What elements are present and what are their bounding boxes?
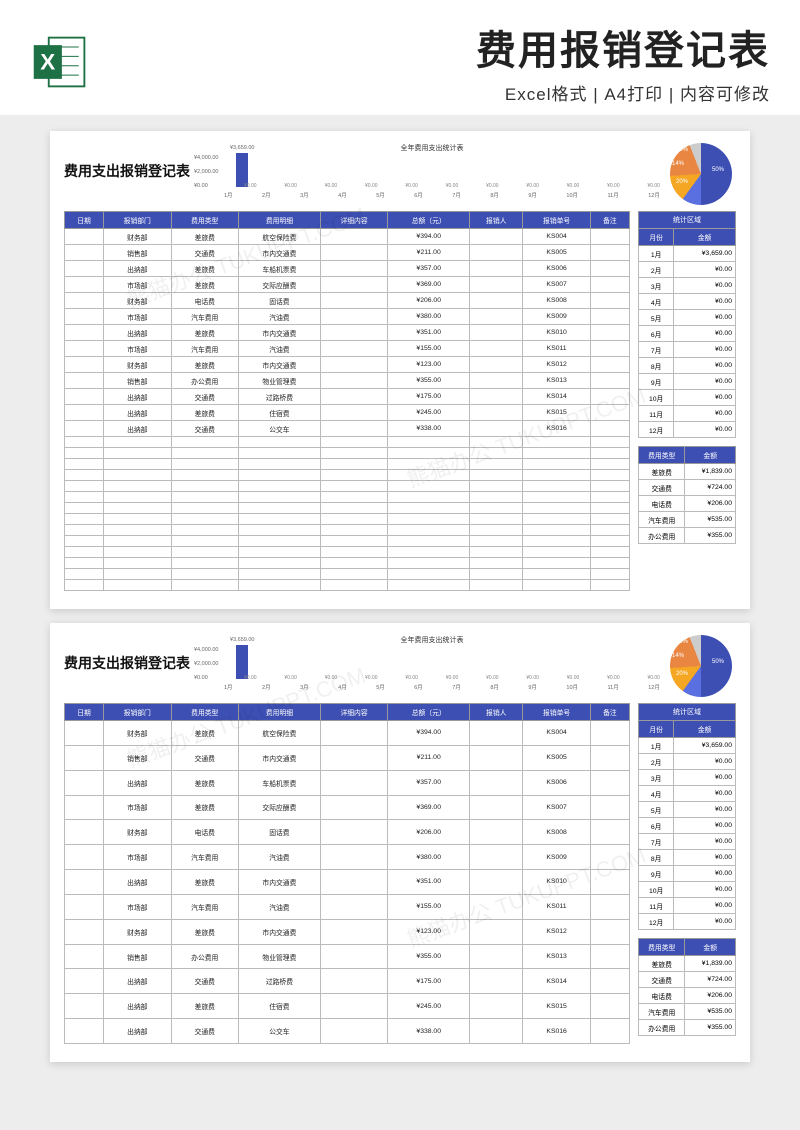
stats-type-table: 费用类型金额差旅费¥1,839.00交通费¥724.00电话费¥206.00汽车… xyxy=(638,938,736,1036)
table-row: 出纳部差旅费市内交通费¥351.00KS010 xyxy=(65,325,630,341)
svg-text:X: X xyxy=(40,49,55,74)
table-row xyxy=(65,470,630,481)
table-row: 财务部差旅费航空保险费¥394.00KS004 xyxy=(65,229,630,245)
excel-icon: X xyxy=(30,32,90,92)
table-row: 市场部差旅费交际应酬费¥369.00KS007 xyxy=(65,795,630,820)
table-row xyxy=(65,580,630,591)
table-row: 销售部交通费市内交通费¥211.00KS005 xyxy=(65,245,630,261)
table-row: 市场部差旅费交际应酬费¥369.00KS007 xyxy=(65,277,630,293)
table-header: 备注 xyxy=(590,704,629,721)
table-row: 市场部汽车费用汽油费¥155.00KS011 xyxy=(65,341,630,357)
table-row: 财务部电话费固话费¥206.00KS008 xyxy=(65,293,630,309)
table-row xyxy=(65,481,630,492)
table-header: 费用明细 xyxy=(239,704,321,721)
table-header: 报销人 xyxy=(470,212,523,229)
sheet-title: 费用支出报销登记表 xyxy=(64,143,194,181)
table-header: 费用类型 xyxy=(171,212,239,229)
table-row xyxy=(65,514,630,525)
stats-month-table: 统计区域月份金额1月¥3,659.002月¥0.003月¥0.004月¥0.00… xyxy=(638,703,736,930)
table-header: 备注 xyxy=(590,212,629,229)
table-header: 报销部门 xyxy=(104,704,172,721)
table-row: 出纳部差旅费市内交通费¥351.00KS010 xyxy=(65,870,630,895)
table-row xyxy=(65,569,630,580)
stats-month-table: 统计区域月份金额1月¥3,659.002月¥0.003月¥0.004月¥0.00… xyxy=(638,211,736,438)
stats-type-table: 费用类型金额差旅费¥1,839.00交通费¥724.00电话费¥206.00汽车… xyxy=(638,446,736,544)
table-row xyxy=(65,558,630,569)
table-row: 市场部汽车费用汽油费¥155.00KS011 xyxy=(65,894,630,919)
table-header: 报销人 xyxy=(470,704,523,721)
table-header: 总额（元） xyxy=(388,704,470,721)
bar-chart: 全年费用支出统计表¥4,000.00¥2,000.00¥0.00¥3,659.0… xyxy=(194,143,670,201)
main-table: 日期报销部门费用类型费用明细详细内容总额（元）报销人报销单号备注财务部差旅费航空… xyxy=(64,211,630,591)
table-row xyxy=(65,503,630,514)
table-header: 总额（元） xyxy=(388,212,470,229)
table-header: 报销单号 xyxy=(523,704,591,721)
table-row: 出纳部差旅费车船机票费¥357.00KS006 xyxy=(65,261,630,277)
table-row: 财务部差旅费市内交通费¥123.00KS012 xyxy=(65,919,630,944)
table-header: 详细内容 xyxy=(320,212,388,229)
table-row: 销售部办公费用物业管理费¥355.00KS013 xyxy=(65,373,630,389)
page-header: X 费用报销登记表 Excel格式 | A4打印 | 内容可修改 xyxy=(0,0,800,115)
table-row: 出纳部差旅费车船机票费¥357.00KS006 xyxy=(65,770,630,795)
page-title: 费用报销登记表 xyxy=(90,18,770,76)
table-header: 日期 xyxy=(65,212,104,229)
table-header: 费用类型 xyxy=(171,704,239,721)
pie-chart: 10%14%20%50% xyxy=(670,143,732,205)
table-header: 详细内容 xyxy=(320,704,388,721)
table-row xyxy=(65,536,630,547)
table-row: 销售部办公费用物业管理费¥355.00KS013 xyxy=(65,944,630,969)
table-header: 费用明细 xyxy=(239,212,321,229)
table-row: 出纳部交通费公交车¥338.00KS016 xyxy=(65,1019,630,1044)
table-row xyxy=(65,492,630,503)
table-row: 市场部汽车费用汽油费¥380.00KS009 xyxy=(65,309,630,325)
table-row: 出纳部交通费过路桥费¥175.00KS014 xyxy=(65,389,630,405)
table-header: 日期 xyxy=(65,704,104,721)
table-row xyxy=(65,547,630,558)
table-row: 财务部电话费固话费¥206.00KS008 xyxy=(65,820,630,845)
sheet-preview-2: 费用支出报销登记表全年费用支出统计表¥4,000.00¥2,000.00¥0.0… xyxy=(50,623,750,1062)
page-subtitle: Excel格式 | A4打印 | 内容可修改 xyxy=(90,80,770,105)
sheet-title: 费用支出报销登记表 xyxy=(64,635,194,673)
table-header: 报销单号 xyxy=(523,212,591,229)
table-row: 财务部差旅费航空保险费¥394.00KS004 xyxy=(65,721,630,746)
table-row: 销售部交通费市内交通费¥211.00KS005 xyxy=(65,745,630,770)
table-row: 出纳部交通费过路桥费¥175.00KS014 xyxy=(65,969,630,994)
table-row: 出纳部差旅费住宿费¥245.00KS015 xyxy=(65,994,630,1019)
table-row xyxy=(65,448,630,459)
table-header: 报销部门 xyxy=(104,212,172,229)
table-row: 市场部汽车费用汽油费¥380.00KS009 xyxy=(65,845,630,870)
table-row xyxy=(65,525,630,536)
table-row: 出纳部交通费公交车¥338.00KS016 xyxy=(65,421,630,437)
table-row: 财务部差旅费市内交通费¥123.00KS012 xyxy=(65,357,630,373)
main-table: 日期报销部门费用类型费用明细详细内容总额（元）报销人报销单号备注财务部差旅费航空… xyxy=(64,703,630,1044)
table-row: 出纳部差旅费住宿费¥245.00KS015 xyxy=(65,405,630,421)
table-row xyxy=(65,459,630,470)
sheet-preview-1: 费用支出报销登记表全年费用支出统计表¥4,000.00¥2,000.00¥0.0… xyxy=(50,131,750,609)
table-row xyxy=(65,437,630,448)
pie-chart: 10%14%20%50% xyxy=(670,635,732,697)
bar-chart: 全年费用支出统计表¥4,000.00¥2,000.00¥0.00¥3,659.0… xyxy=(194,635,670,693)
